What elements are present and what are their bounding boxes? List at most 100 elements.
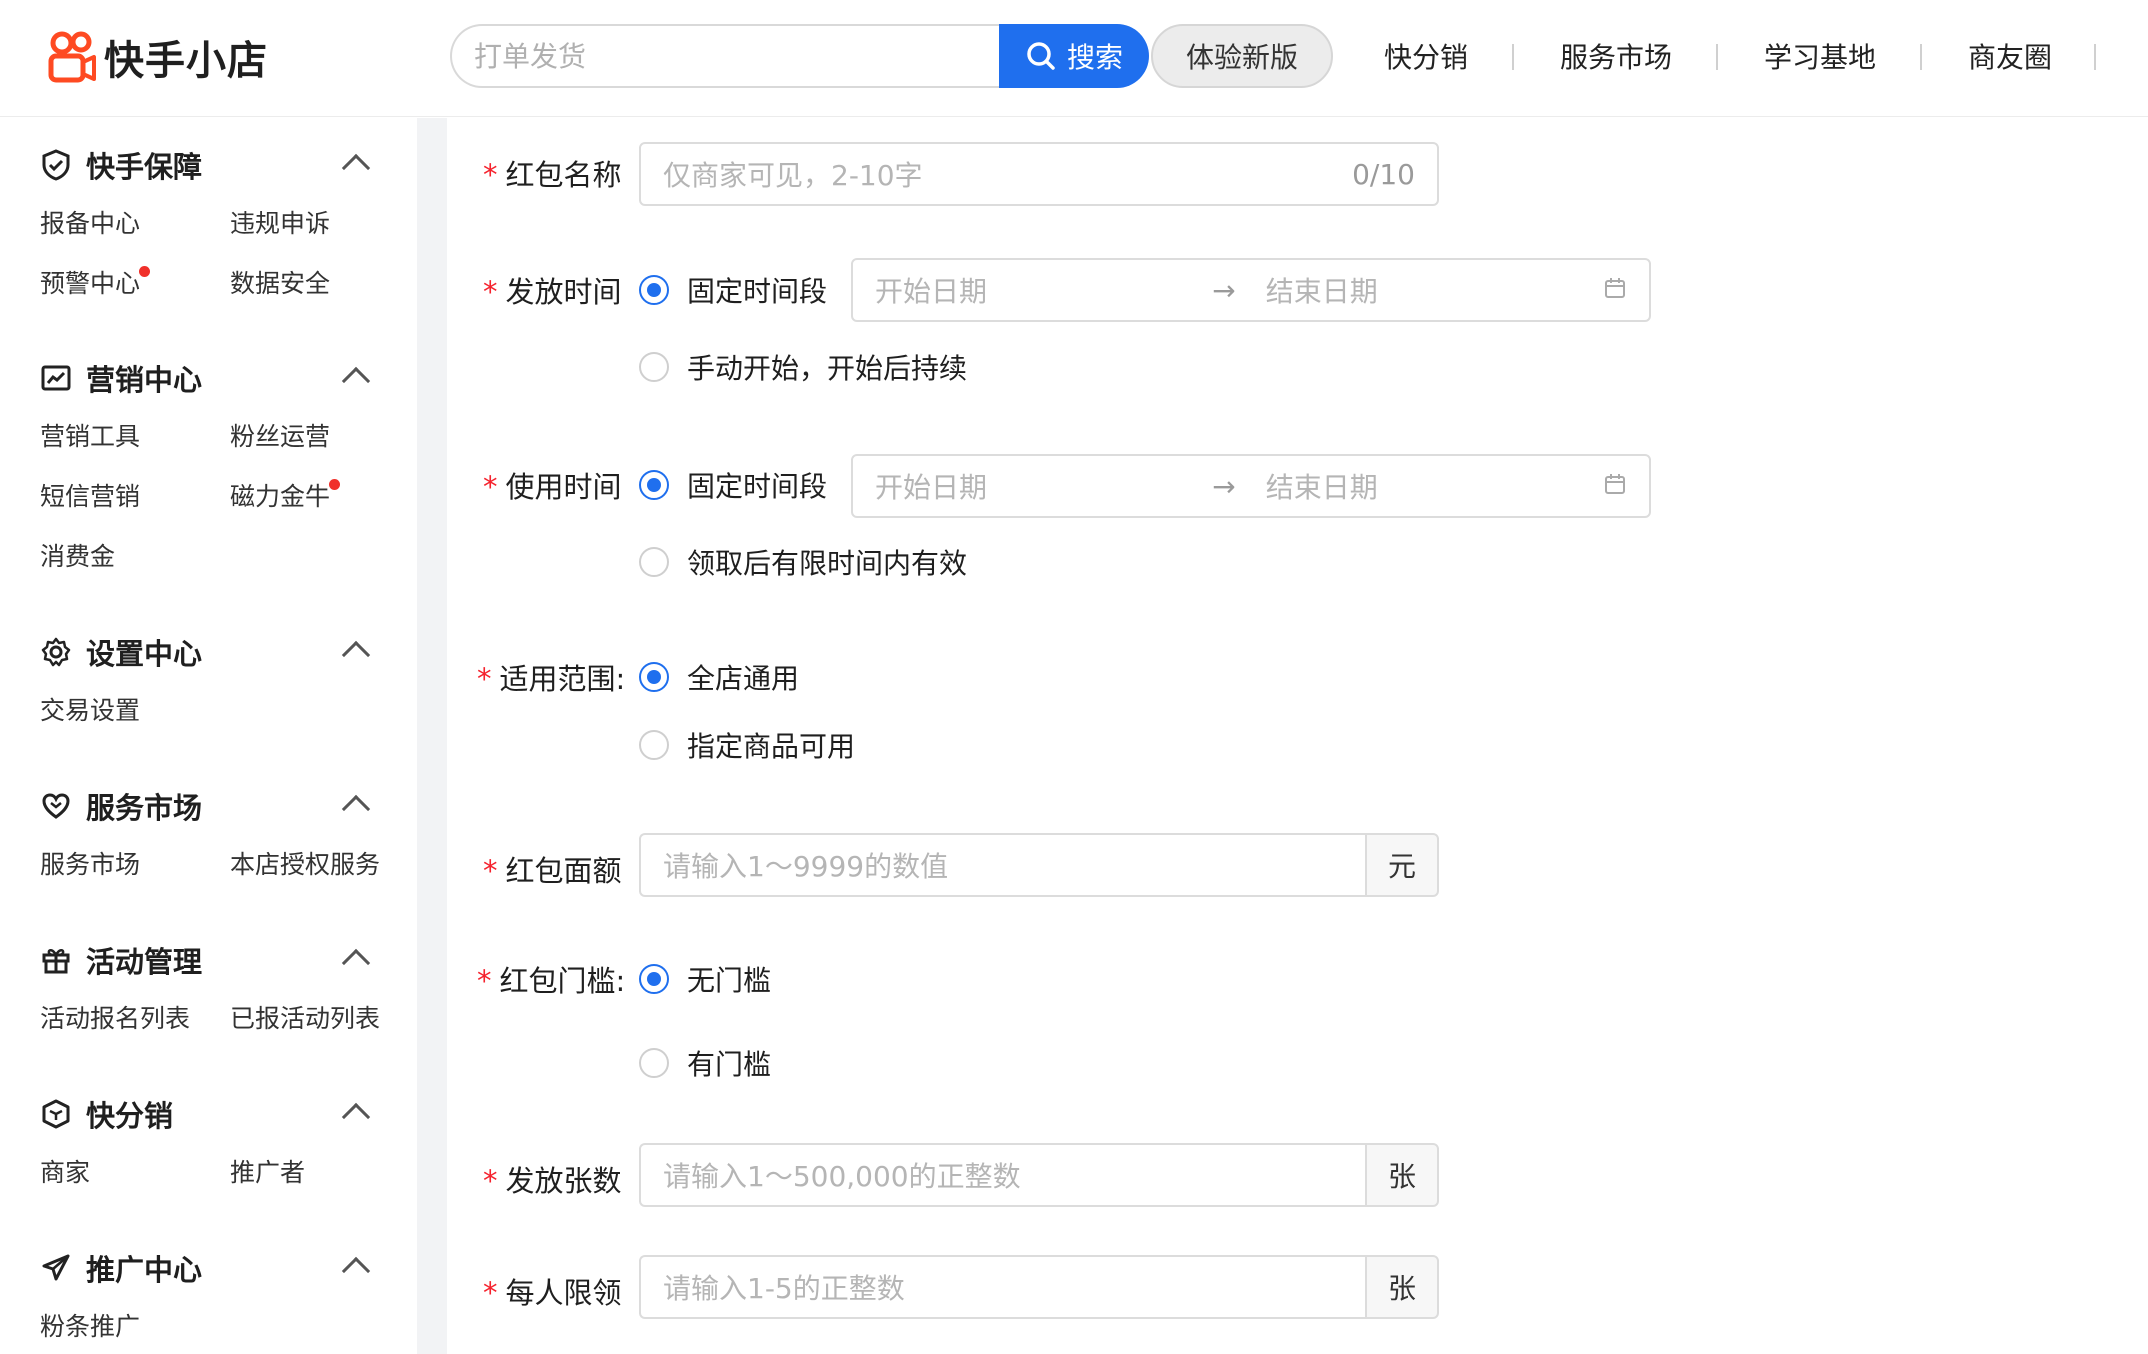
radio-checked-icon — [639, 964, 669, 994]
sidebar-item-trade-settings[interactable]: 交易设置 — [40, 681, 230, 741]
issue-time-fixed-radio[interactable]: 固定时间段 — [639, 270, 827, 310]
calendar-icon — [1603, 470, 1627, 503]
per-user-input[interactable]: 请输入1-5的正整数 — [639, 1255, 1365, 1319]
sidebar-item-magnetic-bull[interactable]: 磁力金牛 — [230, 467, 417, 527]
sidebar-section-header[interactable]: 快分销 — [0, 1085, 417, 1143]
issue-time-date-range[interactable]: 开始日期 → 结束日期 — [851, 258, 1651, 322]
amount-field: 请输入1～9999的数值 元 — [639, 833, 1439, 897]
calendar-icon — [1603, 274, 1627, 307]
radio-unchecked-icon — [639, 352, 669, 382]
sidebar-section-items: 商家 推广者 — [0, 1143, 417, 1203]
start-date-placeholder: 开始日期 — [875, 471, 988, 504]
sidebar-section-items: 粉条推广 — [0, 1297, 417, 1354]
amount-unit: 元 — [1365, 833, 1439, 897]
use-time-label: * 使用时间 — [483, 470, 622, 504]
issue-time-manual-radio[interactable]: 手动开始，开始后持续 — [639, 347, 967, 387]
sidebar-item-fan-operations[interactable]: 粉丝运营 — [230, 407, 417, 467]
per-user-label: * 每人限领 — [483, 1276, 622, 1310]
sidebar-item-consumer-gold[interactable]: 消费金 — [40, 527, 230, 587]
quantity-unit: 张 — [1365, 1143, 1439, 1207]
per-user-field: 请输入1-5的正整数 张 — [639, 1255, 1439, 1319]
quantity-field: 请输入1～500,000的正整数 张 — [639, 1143, 1439, 1207]
try-new-version-button[interactable]: 体验新版 — [1151, 24, 1333, 88]
logo[interactable]: 快手小店 — [48, 28, 268, 86]
sidebar-item-promoter[interactable]: 推广者 — [230, 1143, 417, 1203]
sidebar-section-items: 服务市场 本店授权服务 — [0, 835, 417, 895]
chevron-up-icon[interactable] — [341, 948, 371, 978]
arrow-right-icon: → — [1212, 273, 1236, 307]
sidebar-item-warning-center[interactable]: 预警中心 — [40, 254, 230, 314]
quantity-input[interactable]: 请输入1～500,000的正整数 — [639, 1143, 1365, 1207]
per-user-unit: 张 — [1365, 1255, 1439, 1319]
nav-service-market[interactable]: 服务市场 — [1514, 36, 1719, 76]
scope-all-radio[interactable]: 全店通用 — [639, 657, 799, 697]
search-button-label: 搜索 — [1066, 41, 1123, 74]
amount-input[interactable]: 请输入1～9999的数值 — [639, 833, 1365, 897]
sidebar-section-title: 设置中心 — [86, 637, 203, 671]
sidebar: 快手保障 报备中心 违规申诉 预警中心 数据安全 营销中心 营销工具 粉丝运营 … — [0, 118, 417, 1354]
red-packet-name-input[interactable]: 仅商家可见，2-10字 0/10 — [639, 142, 1439, 206]
chevron-up-icon[interactable] — [341, 366, 371, 396]
logo-text: 快手小店 — [104, 38, 268, 84]
sidebar-section-title: 推广中心 — [86, 1253, 203, 1287]
use-time-limited-radio[interactable]: 领取后有限时间内有效 — [639, 542, 967, 582]
sidebar-item-data-security[interactable]: 数据安全 — [230, 254, 417, 314]
sidebar-section-title: 快分销 — [86, 1099, 174, 1133]
sidebar-section-header[interactable]: 营销中心 — [0, 349, 417, 407]
sidebar-item-service-market[interactable]: 服务市场 — [40, 835, 230, 895]
notification-dot — [329, 479, 340, 490]
gift-icon — [40, 944, 72, 976]
search-icon — [1027, 42, 1055, 70]
sidebar-section-settings: 设置中心 交易设置 — [0, 623, 417, 741]
red-packet-form: * 红包名称 仅商家可见，2-10字 0/10 * 发放时间 固定时间段 开始日期 … — [447, 118, 2148, 1354]
scope-specified-radio[interactable]: 指定商品可用 — [639, 725, 855, 765]
amount-label: * 红包面额 — [483, 854, 622, 888]
notification-dot — [139, 266, 150, 277]
radio-unchecked-icon — [639, 730, 669, 760]
sidebar-section-marketing: 营销中心 营销工具 粉丝运营 短信营销 磁力金牛 消费金 — [0, 349, 417, 587]
sidebar-section-distribution: 快分销 商家 推广者 — [0, 1085, 417, 1203]
search-input[interactable] — [450, 24, 999, 88]
use-time-fixed-radio[interactable]: 固定时间段 — [639, 465, 827, 505]
sidebar-section-header[interactable]: 活动管理 — [0, 931, 417, 989]
chevron-up-icon[interactable] — [341, 153, 371, 183]
sidebar-section-items: 交易设置 — [0, 681, 417, 741]
threshold-has-radio[interactable]: 有门槛 — [639, 1043, 771, 1083]
threshold-none-radio[interactable]: 无门槛 — [639, 959, 771, 999]
cube-icon — [40, 1098, 72, 1130]
sidebar-item-marketing-tools[interactable]: 营销工具 — [40, 407, 230, 467]
search-bar: 搜索 体验新版 — [450, 24, 1333, 88]
chevron-up-icon[interactable] — [341, 1256, 371, 1286]
scope-label: * 适用范围: — [477, 662, 626, 696]
sidebar-section-items: 营销工具 粉丝运营 短信营销 磁力金牛 消费金 — [0, 407, 417, 587]
sidebar-section-header[interactable]: 快手保障 — [0, 136, 417, 194]
sidebar-section-header[interactable]: 推广中心 — [0, 1239, 417, 1297]
sidebar-item-fan-promotion[interactable]: 粉条推广 — [40, 1297, 230, 1354]
use-time-date-range[interactable]: 开始日期 → 结束日期 — [851, 454, 1651, 518]
end-date-placeholder: 结束日期 — [1265, 471, 1378, 504]
heart-icon — [40, 790, 72, 822]
nav-learning-base[interactable]: 学习基地 — [1718, 36, 1923, 76]
chevron-up-icon[interactable] — [341, 794, 371, 824]
chevron-up-icon[interactable] — [341, 640, 371, 670]
sidebar-item-report-center[interactable]: 报备中心 — [40, 194, 230, 254]
sidebar-item-registered-activities[interactable]: 已报活动列表 — [230, 989, 417, 1049]
sidebar-item-sms-marketing[interactable]: 短信营销 — [40, 467, 230, 527]
sidebar-item-authorized-services[interactable]: 本店授权服务 — [230, 835, 417, 895]
sidebar-section-items: 活动报名列表 已报活动列表 — [0, 989, 417, 1049]
nav-kuaifenxiao[interactable]: 快分销 — [1360, 36, 1515, 76]
sidebar-section-title: 营销中心 — [86, 363, 203, 397]
sidebar-section-protection: 快手保障 报备中心 违规申诉 预警中心 数据安全 — [0, 136, 417, 314]
sidebar-item-violation-appeal[interactable]: 违规申诉 — [230, 194, 417, 254]
search-button[interactable]: 搜索 — [999, 24, 1149, 88]
threshold-label: * 红包门槛: — [477, 964, 626, 998]
sidebar-item-activity-signup[interactable]: 活动报名列表 — [40, 989, 230, 1049]
name-label: * 红包名称 — [483, 158, 622, 192]
nav-merchant-circle[interactable]: 商友圈 — [1922, 36, 2097, 76]
sidebar-section-items: 报备中心 违规申诉 预警中心 数据安全 — [0, 194, 417, 314]
sidebar-section-header[interactable]: 服务市场 — [0, 777, 417, 835]
chart-icon — [40, 362, 72, 394]
sidebar-section-header[interactable]: 设置中心 — [0, 623, 417, 681]
sidebar-item-merchant[interactable]: 商家 — [40, 1143, 230, 1203]
chevron-up-icon[interactable] — [341, 1102, 371, 1132]
